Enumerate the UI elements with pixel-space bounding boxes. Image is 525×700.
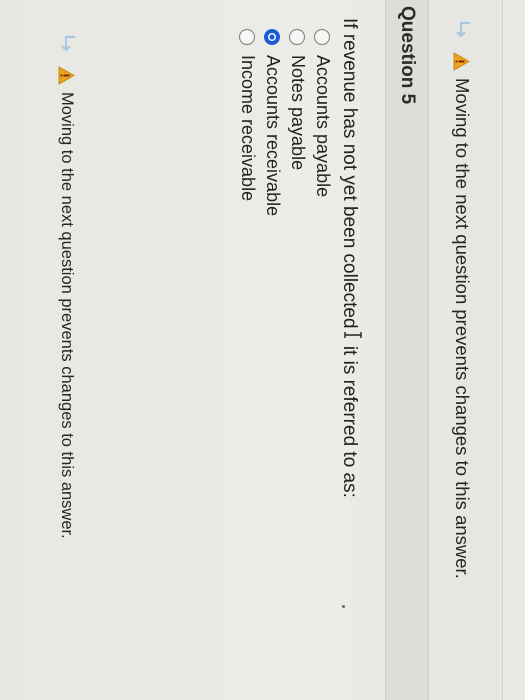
answer-option-label: Notes payable — [288, 55, 308, 171]
completion-status-strip: ... — [502, 0, 525, 700]
radio-unselected-icon[interactable] — [239, 28, 257, 46]
quiz-screen: ... Moving to the next question prevents… — [0, 0, 525, 700]
question-prompt-end: it is referred to as: — [339, 340, 360, 498]
current-answer-warning: Moving to the next question prevents cha… — [57, 34, 77, 539]
screen-speck — [342, 605, 345, 608]
question-prompt-start: If revenue has not yet been collected — [339, 18, 360, 329]
answer-option-selected[interactable]: Accounts receivable — [260, 28, 285, 216]
answer-option-label: Accounts payable — [313, 55, 333, 198]
radio-selected-icon[interactable] — [264, 28, 282, 46]
warning-triangle-icon — [59, 66, 76, 85]
warning-text: Moving to the next question prevents cha… — [58, 92, 77, 539]
answer-option-label: Accounts receivable — [263, 55, 283, 217]
warning-triangle-icon — [454, 52, 471, 71]
answer-options: Accounts payable Notes payable Accounts … — [235, 28, 335, 216]
return-arrow-icon — [452, 20, 472, 40]
text-cursor-icon — [344, 330, 362, 340]
answer-option[interactable]: Income receivable — [235, 28, 260, 216]
answer-option[interactable]: Notes payable — [285, 28, 310, 216]
return-arrow-icon — [57, 34, 77, 54]
radio-unselected-icon[interactable] — [314, 28, 332, 46]
question-title: Question 5 — [397, 6, 418, 105]
warning-text: Moving to the next question prevents cha… — [452, 78, 473, 579]
answer-option[interactable]: Accounts payable — [310, 28, 335, 216]
previous-answer-warning: Moving to the next question prevents cha… — [451, 20, 473, 579]
radio-unselected-icon[interactable] — [289, 28, 307, 46]
question-prompt: If revenue has not yet been collected it… — [338, 18, 362, 498]
answer-option-label: Income receivable — [238, 55, 258, 202]
question-header: Question 5 — [385, 0, 429, 700]
